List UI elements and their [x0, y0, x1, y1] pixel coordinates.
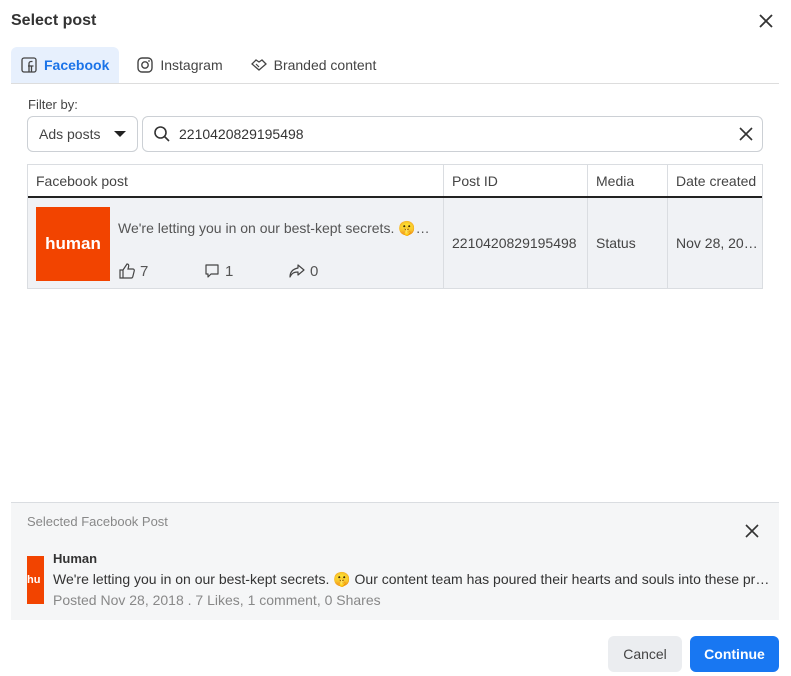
search-input[interactable]: [179, 126, 724, 142]
post-text: We're letting you in on our best-kept se…: [118, 220, 430, 236]
handshake-icon: [250, 59, 267, 71]
close-icon[interactable]: [755, 10, 777, 32]
comment-count: 1: [225, 262, 234, 280]
search-field[interactable]: [142, 116, 763, 152]
tab-instagram[interactable]: Instagram: [127, 47, 232, 83]
facebook-icon: [21, 57, 37, 73]
share-icon: [289, 264, 305, 278]
table-row[interactable]: human We're letting you in on our best-k…: [28, 198, 762, 288]
tab-label: Branded content: [273, 57, 377, 73]
clear-search-icon[interactable]: [732, 124, 762, 144]
post-id-cell: 2210420829195498: [444, 198, 588, 288]
share-count: 0: [310, 262, 319, 280]
like-count: 7: [140, 262, 149, 280]
post-cell: human We're letting you in on our best-k…: [28, 198, 444, 288]
filter-label: Filter by:: [28, 97, 78, 112]
remove-selection-icon[interactable]: [743, 522, 761, 540]
post-thumbnail: human: [36, 207, 110, 281]
posts-table: Facebook post Post ID Media Date created…: [27, 164, 763, 289]
tab-label: Facebook: [44, 57, 110, 73]
selected-post-thumbnail: hu: [27, 556, 44, 604]
column-header-date: Date created: [676, 173, 757, 189]
tab-label: Instagram: [160, 57, 223, 73]
comment-icon: [205, 264, 219, 278]
column-header-media: Media: [588, 165, 668, 197]
caret-down-icon: [114, 131, 127, 137]
dialog-title: Select post: [11, 12, 97, 29]
search-icon: [154, 126, 170, 142]
date-cell: Nov 28, 20…: [676, 235, 758, 251]
selected-post-text: We're letting you in on our best-kept se…: [53, 571, 773, 587]
column-header-post-id: Post ID: [444, 165, 588, 197]
instagram-icon: [137, 57, 154, 73]
tab-branded-content[interactable]: Branded content: [241, 47, 387, 83]
column-header-post: Facebook post: [28, 165, 444, 197]
tab-bar: Facebook Instagram Branded content: [11, 47, 779, 84]
continue-button[interactable]: Continue: [690, 636, 779, 672]
tab-facebook[interactable]: Facebook: [11, 47, 120, 83]
cancel-button[interactable]: Cancel: [608, 636, 682, 672]
selected-post-meta: Posted Nov 28, 2018 . 7 Likes, 1 comment…: [53, 592, 381, 608]
post-type-dropdown[interactable]: Ads posts: [27, 116, 138, 152]
like-icon: [119, 263, 135, 279]
selected-post-page-name: Human: [53, 551, 98, 566]
media-cell: Status: [588, 198, 668, 288]
selected-post-label: Selected Facebook Post: [27, 514, 168, 529]
selected-post-panel: Selected Facebook Post hu Human We're le…: [11, 502, 779, 620]
dropdown-value: Ads posts: [39, 126, 101, 142]
